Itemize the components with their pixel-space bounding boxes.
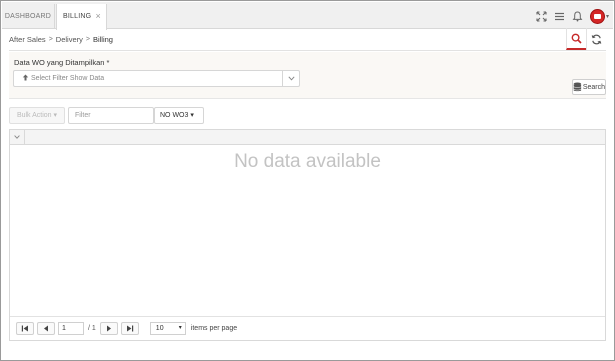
page-input[interactable]: 1	[58, 322, 84, 335]
filter-input[interactable]: Filter	[68, 107, 154, 124]
chevron-down-icon: ▾	[53, 112, 58, 119]
first-page-button[interactable]	[16, 322, 34, 335]
bulk-action-label: Bulk Action	[16, 112, 52, 119]
next-page-icon	[106, 325, 111, 332]
first-page-icon	[21, 325, 28, 332]
refresh-button[interactable]	[586, 28, 606, 50]
pager: 1 / 1 10 ▾ items per page	[10, 316, 605, 340]
grid-header	[10, 130, 605, 145]
user-avatar[interactable]	[589, 8, 605, 24]
column-select-value: NO WO3	[160, 112, 189, 119]
prev-page-icon	[44, 325, 48, 332]
items-per-page-label: items per page	[190, 325, 238, 332]
prev-page-button[interactable]	[37, 322, 55, 335]
breadcrumb-after-sales[interactable]: After Sales	[9, 35, 46, 44]
close-tab-icon[interactable]: ×	[96, 4, 101, 29]
tab-billing[interactable]: BILLING ×	[56, 4, 107, 30]
filter-panel: Data WO yang Ditampilkan * Select Filter…	[9, 52, 606, 99]
tab-bar: DASHBOARD BILLING × ▾	[2, 2, 613, 30]
last-page-button[interactable]	[120, 322, 139, 335]
search-button[interactable]: Search	[572, 79, 606, 95]
bell-icon[interactable]	[572, 10, 583, 22]
menu-icon[interactable]	[554, 11, 565, 22]
page-size-select[interactable]: 10 ▾	[149, 322, 186, 335]
show-data-select[interactable]: Select Filter Show Data	[13, 70, 300, 87]
breadcrumb-delivery[interactable]: Delivery	[56, 35, 83, 44]
next-page-button[interactable]	[99, 322, 118, 335]
breadcrumb-separator: >	[85, 35, 90, 43]
page-count: / 1	[88, 325, 96, 332]
search-icon	[571, 33, 582, 44]
last-page-icon	[126, 325, 133, 332]
expand-icon[interactable]	[536, 10, 547, 22]
page-size-value: 10	[155, 325, 164, 332]
breadcrumb: After Sales > Delivery > Billing	[9, 28, 606, 51]
breadcrumb-actions	[566, 28, 606, 51]
tab-billing-label: BILLING	[63, 13, 92, 20]
database-icon	[573, 82, 582, 92]
app-window: DASHBOARD BILLING × ▾ After Sales > Deli…	[0, 0, 615, 361]
show-data-placeholder: Select Filter Show Data	[22, 71, 104, 86]
breadcrumb-separator: >	[48, 35, 53, 43]
top-icons: ▾	[536, 5, 609, 27]
show-data-placeholder-text: Select Filter Show Data	[31, 75, 105, 82]
chevron-down-icon[interactable]: ▾	[606, 13, 609, 20]
column-select[interactable]: NO WO3 ▾	[154, 107, 204, 124]
breadcrumb-billing: Billing	[92, 34, 113, 44]
filter-label: Data WO yang Ditampilkan *	[14, 58, 110, 67]
chevron-down-icon: ▾	[178, 325, 182, 331]
refresh-icon	[591, 34, 602, 44]
chevron-down-icon: ▾	[190, 112, 194, 119]
chevron-down-icon	[14, 135, 20, 139]
empty-message: No data available	[234, 151, 381, 172]
tab-dashboard[interactable]: DASHBOARD	[2, 4, 55, 29]
search-button-label: Search	[582, 83, 605, 91]
select-all-checkbox[interactable]	[10, 130, 25, 144]
chevron-down-icon[interactable]	[282, 71, 299, 86]
data-grid: No data available 1 / 1 10 ▾ items per p…	[9, 129, 606, 341]
search-toggle-button[interactable]	[566, 28, 586, 50]
upload-icon	[22, 74, 29, 81]
grid-toolbar: Bulk Action ▾ Filter NO WO3 ▾	[9, 107, 204, 124]
bulk-action-button[interactable]: Bulk Action ▾	[9, 107, 65, 124]
